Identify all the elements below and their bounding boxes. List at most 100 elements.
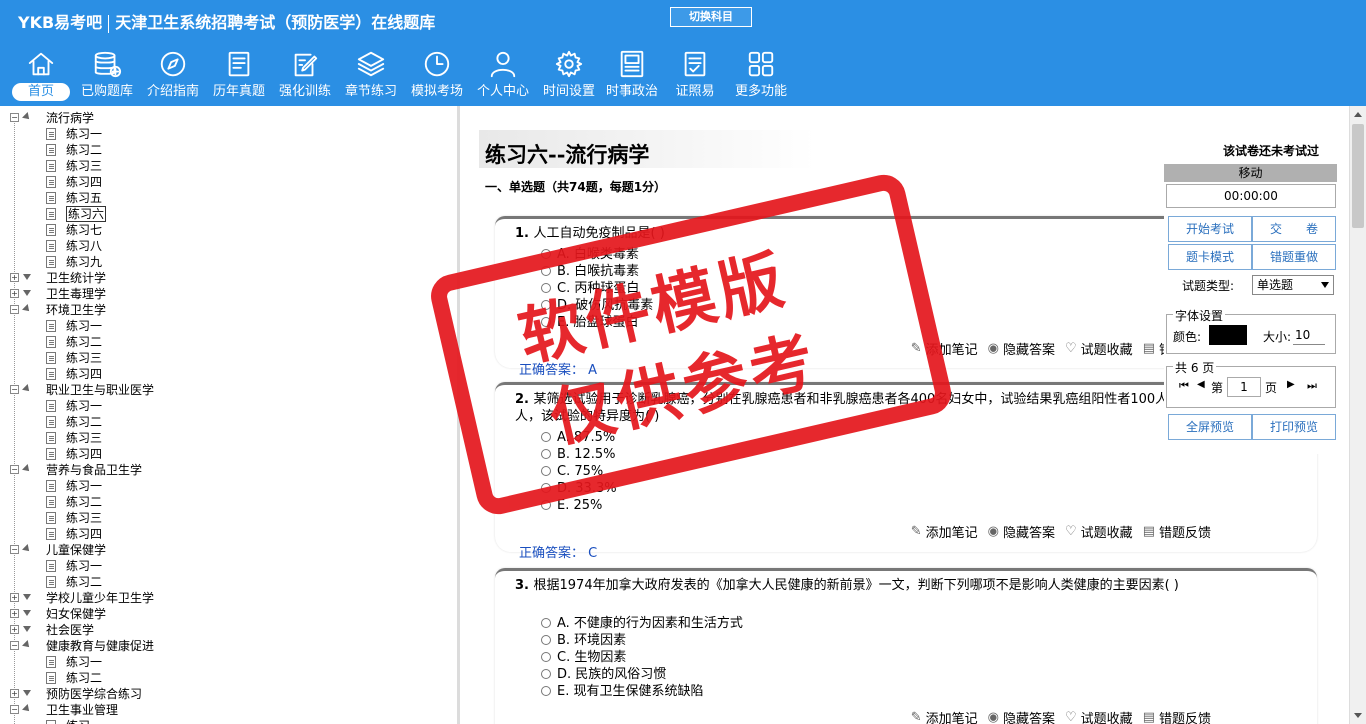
answer-option[interactable]: A. 不健康的行为因素和生活方式: [541, 615, 743, 632]
nav-item-certificate[interactable]: 证照易: [662, 48, 728, 104]
tree-item[interactable]: 练习三: [0, 350, 455, 366]
question-action-2[interactable]: ◉ 隐藏答案: [988, 339, 1055, 358]
expand-icon[interactable]: +: [10, 689, 19, 698]
start-exam-button[interactable]: 开始考试: [1168, 216, 1252, 242]
question-action-1[interactable]: ✎ 添加笔记: [911, 708, 978, 724]
radio-button[interactable]: [541, 449, 551, 459]
radio-button[interactable]: [541, 249, 551, 259]
question-type-select[interactable]: 单选题: [1252, 275, 1334, 295]
vertical-scrollbar[interactable]: [1349, 106, 1366, 724]
collapse-icon[interactable]: −: [10, 113, 19, 122]
tree-item[interactable]: 练习二: [0, 670, 455, 686]
nav-item-document-list[interactable]: 历年真题: [206, 48, 272, 104]
radio-button[interactable]: [541, 686, 551, 696]
nav-item-edit-document[interactable]: 强化训练: [272, 48, 338, 104]
tree-item[interactable]: 练习五: [0, 190, 455, 206]
scroll-up-icon[interactable]: [1354, 112, 1362, 117]
radio-button[interactable]: [541, 432, 551, 442]
redo-wrong-button[interactable]: 错题重做: [1252, 244, 1336, 270]
question-action-2[interactable]: ◉ 隐藏答案: [988, 708, 1055, 724]
collapse-icon[interactable]: −: [10, 305, 19, 314]
nav-item-gear[interactable]: 时间设置: [536, 48, 602, 104]
question-action-4[interactable]: ▤错题反馈: [1143, 522, 1211, 541]
tree-category[interactable]: − 环境卫生学: [0, 302, 455, 318]
submit-exam-button[interactable]: 交 卷: [1252, 216, 1336, 242]
answer-option[interactable]: B. 白喉抗毒素: [541, 263, 639, 280]
tree-item[interactable]: 练习四: [0, 174, 455, 190]
tree-item[interactable]: 练习四: [0, 366, 455, 382]
nav-item-database[interactable]: 已购题库: [74, 48, 140, 104]
tree-item[interactable]: 练习一: [0, 126, 455, 142]
answer-option[interactable]: E. 25%: [541, 497, 602, 514]
tree-item[interactable]: 练习三: [0, 158, 455, 174]
radio-button[interactable]: [541, 669, 551, 679]
expand-icon[interactable]: +: [10, 609, 19, 618]
tree-item[interactable]: 练习一: [0, 318, 455, 334]
tree-item[interactable]: 练习一: [0, 558, 455, 574]
tree-category[interactable]: − 职业卫生与职业医学: [0, 382, 455, 398]
tree-item[interactable]: 练习一: [0, 478, 455, 494]
answer-option[interactable]: A. 白喉类毒素: [541, 246, 639, 263]
tree-category[interactable]: − 卫生事业管理: [0, 702, 455, 718]
answer-option[interactable]: B. 环境因素: [541, 632, 626, 649]
radio-button[interactable]: [541, 466, 551, 476]
answer-option[interactable]: E. 现有卫生保健系统缺陷: [541, 683, 703, 700]
tree-item[interactable]: 练习一: [0, 654, 455, 670]
question-action-3[interactable]: ♡ 试题收藏: [1065, 708, 1133, 724]
print-preview-button[interactable]: 打印预览: [1252, 414, 1336, 440]
tree-category[interactable]: − 营养与食品卫生学: [0, 462, 455, 478]
scroll-thumb[interactable]: [1352, 124, 1364, 228]
scroll-down-icon[interactable]: [1354, 713, 1362, 718]
tree-item[interactable]: 练习六: [0, 206, 455, 222]
expand-icon[interactable]: +: [10, 593, 19, 602]
tree-item[interactable]: 练习三: [0, 430, 455, 446]
radio-button[interactable]: [541, 300, 551, 310]
tree-item[interactable]: 练习八: [0, 238, 455, 254]
tree-item[interactable]: 练习三: [0, 510, 455, 526]
tree-item[interactable]: 练习四: [0, 526, 455, 542]
answer-option[interactable]: C. 75%: [541, 463, 603, 480]
first-page-icon[interactable]: ⏮: [1179, 379, 1189, 393]
tree-item[interactable]: 练习二: [0, 334, 455, 350]
tree-category[interactable]: + 妇女保健学: [0, 606, 455, 622]
tree-category[interactable]: + 学校儿童少年卫生学: [0, 590, 455, 606]
tree-item[interactable]: 练习四: [0, 446, 455, 462]
answer-option[interactable]: D. 33.3%: [541, 480, 617, 497]
expand-icon[interactable]: +: [10, 625, 19, 634]
radio-button[interactable]: [541, 483, 551, 493]
tree-category[interactable]: − 流行病学: [0, 110, 455, 126]
collapse-icon[interactable]: −: [10, 545, 19, 554]
last-page-icon[interactable]: ⏭: [1307, 379, 1317, 393]
radio-button[interactable]: [541, 618, 551, 628]
expand-icon[interactable]: +: [10, 289, 19, 298]
collapse-icon[interactable]: −: [10, 465, 19, 474]
tree-item[interactable]: 练习九: [0, 254, 455, 270]
tree-item[interactable]: 练习二: [0, 494, 455, 510]
question-action-2[interactable]: ◉ 隐藏答案: [988, 522, 1055, 541]
tree-category[interactable]: + 预防医学综合练习: [0, 686, 455, 702]
question-action-3[interactable]: ♡ 试题收藏: [1065, 522, 1133, 541]
question-action-4[interactable]: ▤错题反馈: [1143, 708, 1211, 724]
radio-button[interactable]: [541, 652, 551, 662]
panel-move-handle[interactable]: 移动: [1164, 164, 1337, 182]
radio-button[interactable]: [541, 283, 551, 293]
tree-item[interactable]: 练习七: [0, 222, 455, 238]
answer-option[interactable]: A. 87.5%: [541, 429, 615, 446]
fullscreen-preview-button[interactable]: 全屏预览: [1168, 414, 1252, 440]
answer-option[interactable]: E. 胎盘球蛋白: [541, 314, 638, 331]
tree-category[interactable]: + 卫生毒理学: [0, 286, 455, 302]
question-action-3[interactable]: ♡ 试题收藏: [1065, 339, 1133, 358]
question-action-1[interactable]: ✎ 添加笔记: [911, 522, 978, 541]
collapse-icon[interactable]: −: [10, 641, 19, 650]
collapse-icon[interactable]: −: [10, 385, 19, 394]
nav-item-clock[interactable]: 模拟考场: [404, 48, 470, 104]
tree-category[interactable]: − 健康教育与健康促进: [0, 638, 455, 654]
tree-item[interactable]: 练习二: [0, 414, 455, 430]
next-page-icon[interactable]: ▶: [1287, 379, 1295, 390]
radio-button[interactable]: [541, 266, 551, 276]
radio-button[interactable]: [541, 635, 551, 645]
radio-button[interactable]: [541, 317, 551, 327]
tree-item[interactable]: 练习二: [0, 142, 455, 158]
nav-item-layers[interactable]: 章节练习: [338, 48, 404, 104]
card-mode-button[interactable]: 题卡模式: [1168, 244, 1252, 270]
